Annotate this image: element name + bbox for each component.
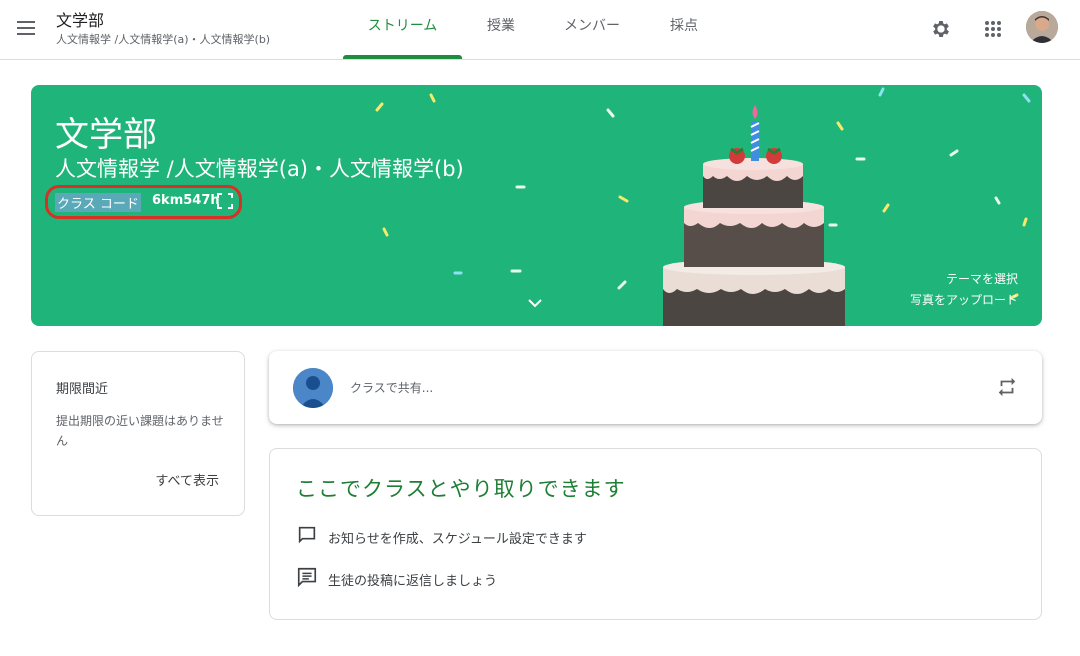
reply-comment-icon — [296, 566, 318, 592]
class-banner: 文学部 人文情報学 /人文情報学(a)・人文情報学(b) クラス コード 6km… — [31, 85, 1042, 326]
info-item-reply: 生徒の投稿に返信しましょう — [296, 566, 497, 592]
banner-title: 文学部 — [55, 115, 157, 155]
tab-people[interactable]: メンバー — [552, 0, 632, 59]
fullscreen-icon[interactable] — [217, 193, 233, 209]
class-name[interactable]: 文学部 — [56, 7, 104, 31]
account-avatar[interactable] — [1026, 11, 1058, 43]
tab-stream[interactable]: ストリーム — [343, 0, 462, 59]
apps-grid-icon[interactable] — [976, 12, 1010, 46]
share-card[interactable]: クラスで共有... — [269, 351, 1042, 424]
top-app-bar: 文学部 人文情報学 /人文情報学(a)・人文情報学(b) ストリーム 授業 メン… — [0, 0, 1080, 60]
info-card: ここでクラスとやり取りできます お知らせを作成、スケジュール設定できます 生徒の… — [269, 448, 1042, 620]
menu-icon[interactable] — [14, 16, 38, 40]
upcoming-card: 期限間近 提出期限の近い課題はありません すべて表示 — [31, 351, 245, 516]
share-input[interactable]: クラスで共有... — [350, 379, 433, 396]
announcement-icon — [296, 524, 318, 550]
banner-subtitle: 人文情報学 /人文情報学(a)・人文情報学(b) — [55, 157, 464, 181]
class-section: 人文情報学 /人文情報学(a)・人文情報学(b) — [56, 33, 271, 46]
upload-photo-link[interactable]: 写真をアップロード — [910, 291, 1018, 308]
class-code-label: クラス コード — [55, 193, 141, 212]
class-code-value[interactable]: 6km547h — [152, 193, 220, 208]
info-title: ここでクラスとやり取りできます — [296, 477, 626, 501]
tab-grades[interactable]: 採点 — [656, 0, 712, 59]
tab-classwork[interactable]: 授業 — [470, 0, 532, 59]
chevron-down-icon[interactable] — [527, 293, 543, 312]
repost-icon[interactable] — [996, 376, 1018, 402]
info-item-announcement: お知らせを作成、スケジュール設定できます — [296, 524, 587, 550]
info-item-text: お知らせを作成、スケジュール設定できます — [328, 531, 587, 547]
upcoming-empty-text: 提出期限の近い課題はありません — [56, 414, 224, 448]
info-item-text: 生徒の投稿に返信しましょう — [328, 573, 498, 589]
select-theme-link[interactable]: テーマを選択 — [946, 270, 1018, 287]
gear-icon[interactable] — [924, 12, 958, 46]
upcoming-title: 期限間近 — [56, 382, 109, 397]
user-avatar — [293, 368, 333, 408]
cake-illustration — [663, 105, 845, 326]
view-all-link[interactable]: すべて表示 — [155, 470, 219, 489]
